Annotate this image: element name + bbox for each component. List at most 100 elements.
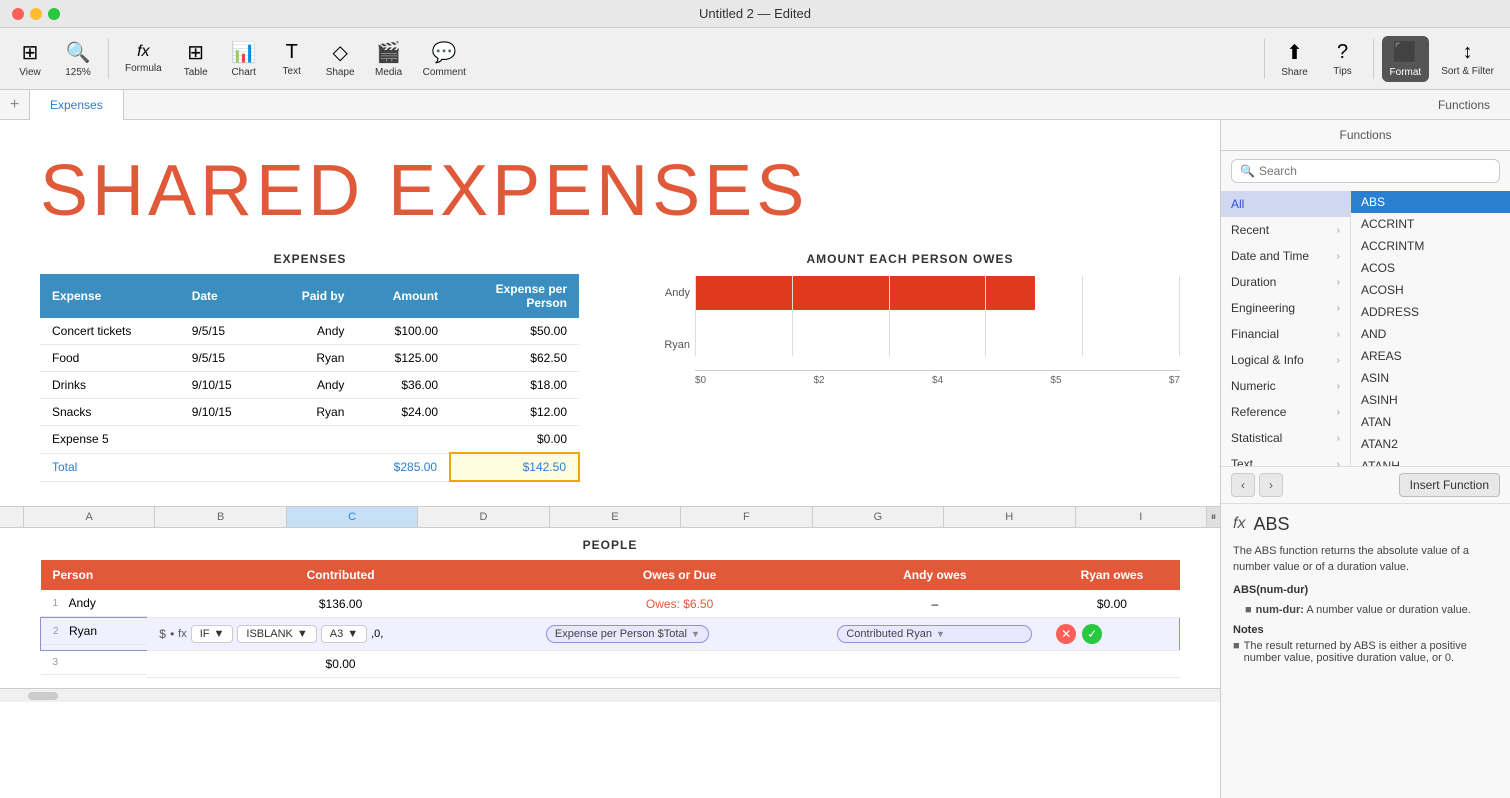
col-header-h[interactable]: H bbox=[944, 507, 1075, 527]
zoom-button[interactable]: 🔍 125% bbox=[56, 36, 100, 82]
divider-2 bbox=[1264, 39, 1265, 79]
table-row[interactable]: Concert tickets 9/5/15 Andy $100.00 $50.… bbox=[40, 318, 579, 345]
traffic-lights bbox=[12, 8, 60, 20]
media-button[interactable]: 🎬 Media bbox=[367, 36, 411, 82]
people-row-2[interactable]: 2 Ryan $ • fx IF ▼ ISBLANK ▼ A3 ▼ bbox=[41, 618, 1180, 651]
search-icon: 🔍 bbox=[1240, 164, 1255, 178]
function-abs[interactable]: ABS bbox=[1351, 191, 1510, 213]
chart-label-andy: Andy bbox=[640, 287, 690, 299]
search-box[interactable]: 🔍 bbox=[1231, 159, 1500, 183]
table-row[interactable]: Snacks 9/10/15 Ryan $24.00 $12.00 bbox=[40, 399, 579, 426]
function-address[interactable]: ADDRESS bbox=[1351, 301, 1510, 323]
people-table: Person Contributed Owes or Due Andy owes… bbox=[40, 560, 1180, 678]
format-button[interactable]: ⬛ Format bbox=[1382, 36, 1430, 82]
horizontal-scrollbar[interactable] bbox=[0, 688, 1220, 702]
total-row[interactable]: Total $285.00 $142.50 bbox=[40, 453, 579, 481]
people-row-1[interactable]: 1 Andy $136.00 Owes: $6.50 – $0.00 bbox=[41, 590, 1180, 618]
function-areas[interactable]: AREAS bbox=[1351, 345, 1510, 367]
table-row[interactable]: Drinks 9/10/15 Andy $36.00 $18.00 bbox=[40, 372, 579, 399]
if-select[interactable]: IF ▼ bbox=[191, 625, 234, 643]
function-atan2[interactable]: ATAN2 bbox=[1351, 433, 1510, 455]
function-atan[interactable]: ATAN bbox=[1351, 411, 1510, 433]
row-num-header bbox=[0, 507, 24, 527]
sort-filter-button[interactable]: ↕ Sort & Filter bbox=[1433, 37, 1502, 81]
function-acos[interactable]: ACOS bbox=[1351, 257, 1510, 279]
chart-icon: 📊 bbox=[231, 40, 256, 65]
param-item: ■ num-dur: A number value or duration va… bbox=[1245, 604, 1498, 616]
chart-section: AMOUNT EACH PERSON OWES bbox=[640, 252, 1180, 386]
tips-button[interactable]: ? Tips bbox=[1321, 37, 1365, 81]
function-and[interactable]: AND bbox=[1351, 323, 1510, 345]
hscroll-thumb[interactable] bbox=[28, 692, 58, 700]
panel-nav: ‹ › Insert Function bbox=[1221, 466, 1510, 504]
category-all[interactable]: All bbox=[1221, 191, 1350, 217]
search-input[interactable] bbox=[1259, 164, 1491, 178]
chip-contributed-ryan[interactable]: Contributed Ryan ▼ bbox=[837, 625, 1032, 643]
view-button[interactable]: ⊞ View bbox=[8, 36, 52, 82]
a3-select[interactable]: A3 ▼ bbox=[321, 625, 367, 643]
chart-title: AMOUNT EACH PERSON OWES bbox=[640, 252, 1180, 266]
table-row[interactable]: Expense 5 $0.00 bbox=[40, 426, 579, 454]
col-header-e[interactable]: E bbox=[550, 507, 681, 527]
share-button[interactable]: ⬆ Share bbox=[1273, 36, 1317, 82]
function-detail: fx ABS The ABS function returns the abso… bbox=[1221, 504, 1510, 798]
col-header-a[interactable]: A bbox=[24, 507, 155, 527]
nav-prev-button[interactable]: ‹ bbox=[1231, 473, 1255, 497]
maximize-button[interactable] bbox=[48, 8, 60, 20]
function-accrintm[interactable]: ACCRINTM bbox=[1351, 235, 1510, 257]
functions-browser: All Recent › Date and Time › Duration › … bbox=[1221, 191, 1510, 466]
function-atanh[interactable]: ATANH bbox=[1351, 455, 1510, 466]
isblank-select[interactable]: ISBLANK ▼ bbox=[237, 625, 316, 643]
text-button[interactable]: T Text bbox=[270, 37, 314, 81]
category-numeric[interactable]: Numeric › bbox=[1221, 373, 1350, 399]
category-financial[interactable]: Financial › bbox=[1221, 321, 1350, 347]
category-recent[interactable]: Recent › bbox=[1221, 217, 1350, 243]
chart-button[interactable]: 📊 Chart bbox=[222, 36, 266, 82]
table-button[interactable]: ⊞ Table bbox=[174, 36, 218, 82]
function-asinh[interactable]: ASINH bbox=[1351, 389, 1510, 411]
insert-function-button[interactable]: Insert Function bbox=[1399, 473, 1500, 497]
tab-expenses[interactable]: Expenses bbox=[30, 90, 124, 120]
minimize-button[interactable] bbox=[30, 8, 42, 20]
row-num-1: 1 bbox=[53, 598, 65, 609]
categories-list: All Recent › Date and Time › Duration › … bbox=[1221, 191, 1351, 466]
col-header-g[interactable]: G bbox=[813, 507, 944, 527]
col-header-i[interactable]: I bbox=[1076, 507, 1206, 527]
x-axis-2: $2 bbox=[813, 375, 824, 386]
cancel-formula-button[interactable]: ✕ bbox=[1056, 624, 1076, 644]
people-row-3[interactable]: 3 $0.00 bbox=[41, 651, 1180, 678]
chip-expense-per-person[interactable]: Expense per Person $Total ▼ bbox=[546, 625, 709, 643]
col-paid-by: Paid by bbox=[266, 274, 356, 318]
shape-icon: ◇ bbox=[332, 40, 347, 65]
col-header-c[interactable]: C bbox=[287, 507, 418, 527]
category-date-time[interactable]: Date and Time › bbox=[1221, 243, 1350, 269]
close-button[interactable] bbox=[12, 8, 24, 20]
comment-button[interactable]: 💬 Comment bbox=[415, 36, 474, 82]
formula-button[interactable]: fx Formula bbox=[117, 39, 170, 78]
formula-chips: Expense per Person $Total ▼ bbox=[546, 625, 813, 643]
scroll-handle[interactable]: ⏸ bbox=[1206, 507, 1220, 527]
shape-button[interactable]: ◇ Shape bbox=[318, 36, 363, 82]
category-text[interactable]: Text › bbox=[1221, 451, 1350, 466]
nav-next-button[interactable]: › bbox=[1259, 473, 1283, 497]
toolbar: ⊞ View 🔍 125% fx Formula ⊞ Table 📊 Chart… bbox=[0, 28, 1510, 90]
tab-bar: + Expenses Functions bbox=[0, 90, 1510, 120]
function-accrint[interactable]: ACCRINT bbox=[1351, 213, 1510, 235]
category-logical-info[interactable]: Logical & Info › bbox=[1221, 347, 1350, 373]
expenses-header-row: Expense Date Paid by Amount Expense perP… bbox=[40, 274, 579, 318]
col-header-f[interactable]: F bbox=[681, 507, 812, 527]
col-header-b[interactable]: B bbox=[155, 507, 286, 527]
function-acosh[interactable]: ACOSH bbox=[1351, 279, 1510, 301]
confirm-formula-button[interactable]: ✓ bbox=[1082, 624, 1102, 644]
category-statistical[interactable]: Statistical › bbox=[1221, 425, 1350, 451]
category-reference[interactable]: Reference › bbox=[1221, 399, 1350, 425]
function-asin[interactable]: ASIN bbox=[1351, 367, 1510, 389]
functions-panel-label: Functions bbox=[1418, 98, 1510, 112]
category-engineering[interactable]: Engineering › bbox=[1221, 295, 1350, 321]
col-header-d[interactable]: D bbox=[418, 507, 549, 527]
add-sheet-button[interactable]: + bbox=[0, 90, 30, 120]
table-row[interactable]: Food 9/5/15 Ryan $125.00 $62.50 bbox=[40, 345, 579, 372]
chart-label-ryan: Ryan bbox=[640, 339, 690, 351]
text-icon: T bbox=[286, 41, 298, 64]
category-duration[interactable]: Duration › bbox=[1221, 269, 1350, 295]
